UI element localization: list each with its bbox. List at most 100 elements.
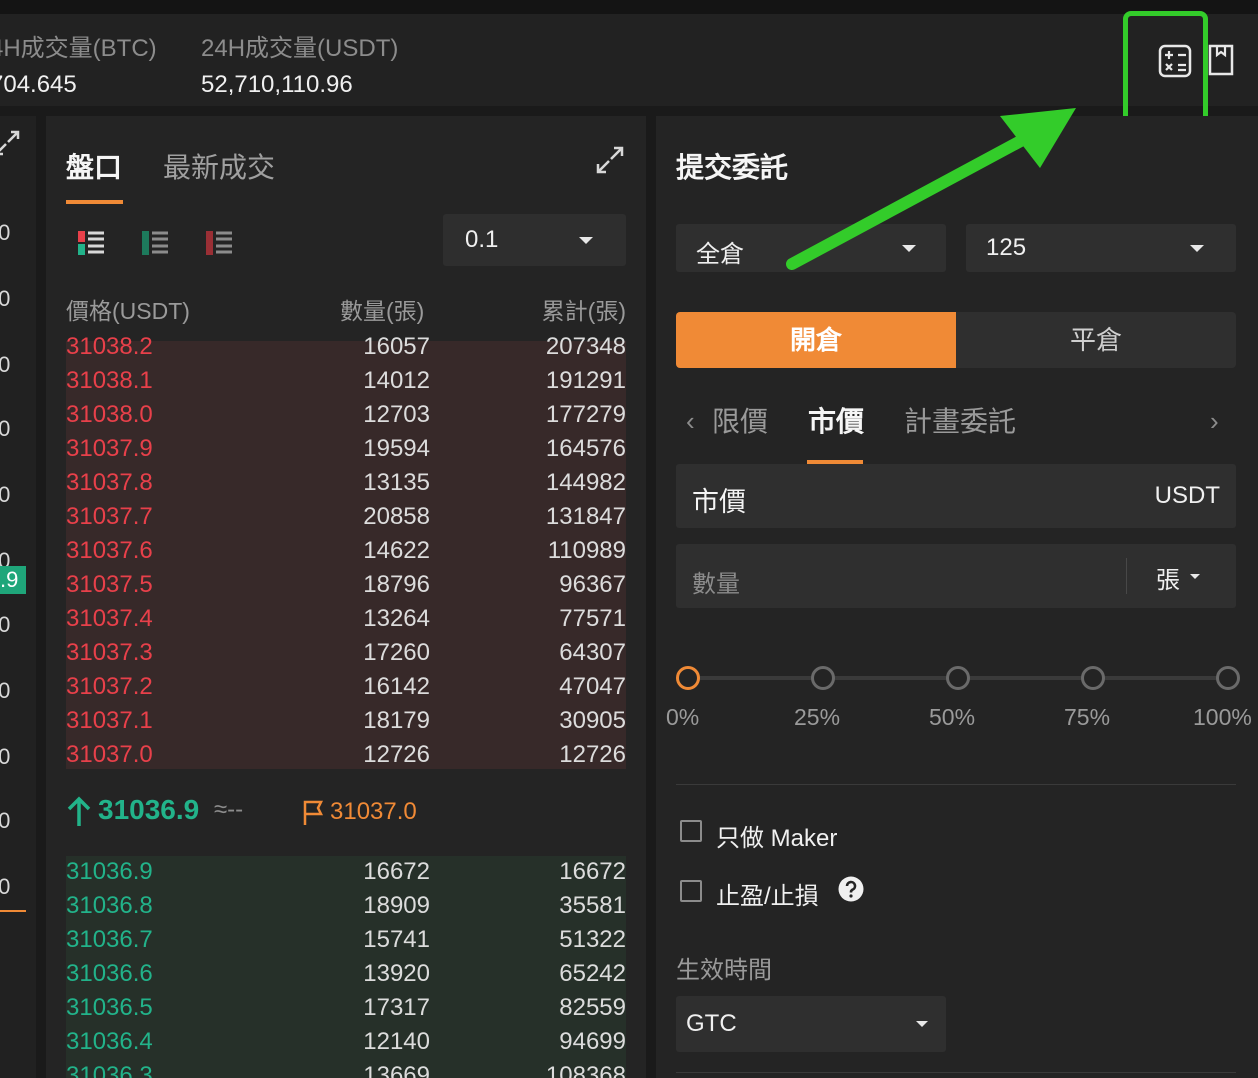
row-price: 31036.7: [66, 926, 153, 953]
open-position-button[interactable]: 開倉: [676, 312, 956, 368]
divider: [676, 1072, 1236, 1073]
top-strip: [0, 0, 1258, 14]
row-qty: 17260: [363, 639, 430, 666]
ask-row[interactable]: 31037.2 16142 47047: [66, 671, 626, 705]
row-total: 16672: [559, 858, 626, 885]
arrow-up-icon: [67, 796, 91, 826]
row-total: 108368: [545, 1062, 626, 1078]
bid-row[interactable]: 31036.7 15741 51322: [66, 924, 626, 958]
margin-mode-select[interactable]: 全倉: [676, 224, 946, 272]
row-price: 31036.9: [66, 858, 153, 885]
ask-row[interactable]: 31037.3 17260 64307: [66, 637, 626, 671]
expand-icon[interactable]: [0, 130, 20, 156]
row-total: 12726: [559, 741, 626, 768]
row-total: 35581: [559, 892, 626, 919]
slider-stop-0[interactable]: [676, 666, 700, 690]
slider-stop-50[interactable]: [946, 666, 970, 690]
ask-row[interactable]: 31038.2 16057 207348: [66, 331, 626, 365]
price-field-label: 市價: [692, 487, 746, 517]
strip-value: .0: [0, 482, 11, 507]
chevron-left-icon[interactable]: ‹: [686, 406, 695, 437]
row-total: 30905: [559, 707, 626, 734]
ask-row[interactable]: 31037.9 19594 164576: [66, 433, 626, 467]
tab-latest-trades[interactable]: 最新成交: [163, 146, 275, 186]
ask-row[interactable]: 31037.4 13264 77571: [66, 603, 626, 637]
quantity-field[interactable]: 數量 張: [676, 544, 1236, 608]
tab-order-book[interactable]: 盤口: [66, 146, 122, 186]
asks-list: 31038.2 16057 207348 31038.1 14012 191291 3103…: [66, 333, 626, 769]
row-total: 144982: [545, 469, 626, 496]
slider-stop-75[interactable]: [1081, 666, 1105, 690]
bid-row[interactable]: 31036.4 12140 94699: [66, 1026, 626, 1060]
expand-icon[interactable]: [596, 146, 624, 174]
bid-row[interactable]: 31036.5 17317 82559: [66, 992, 626, 1026]
row-total: 65242: [559, 960, 626, 987]
help-icon[interactable]: [838, 876, 864, 902]
ask-row[interactable]: 31037.6 14622 110989: [66, 535, 626, 569]
leverage-value: 125: [986, 234, 1027, 261]
tab-trigger[interactable]: 計畫委託: [904, 400, 1016, 440]
row-total: 82559: [559, 994, 626, 1021]
col-price: 價格(USDT): [66, 298, 190, 324]
row-total: 131847: [545, 503, 626, 530]
ask-row[interactable]: 31038.1 14012 191291: [66, 365, 626, 399]
row-qty: 17317: [363, 994, 430, 1021]
row-qty: 18796: [363, 571, 430, 598]
ask-row[interactable]: 31037.7 20858 131847: [66, 501, 626, 535]
strip-value: .0: [0, 416, 11, 441]
tab-market[interactable]: 市價: [808, 400, 864, 440]
row-qty: 13920: [363, 960, 430, 987]
bid-row[interactable]: 31036.3 13669 108368: [66, 1060, 626, 1078]
row-price: 31037.5: [66, 571, 153, 598]
ask-row[interactable]: 31037.1 18179 30905: [66, 705, 626, 739]
row-qty: 12726: [363, 741, 430, 768]
chevron-down-icon: [902, 245, 916, 252]
divider: [676, 784, 1236, 785]
tp-sl-checkbox[interactable]: [680, 880, 702, 902]
price-badge: .9: [0, 566, 26, 594]
slider-stop-25[interactable]: [811, 666, 835, 690]
slider-stop-100[interactable]: [1216, 666, 1240, 690]
row-qty: 16142: [363, 673, 430, 700]
strip-value: .0: [0, 808, 11, 833]
stat-value: 52,710,110.96: [201, 71, 353, 98]
chevron-right-icon[interactable]: ›: [1210, 406, 1219, 437]
row-price: 31037.3: [66, 639, 153, 666]
row-price: 31036.3: [66, 1062, 153, 1078]
maker-only-checkbox[interactable]: [680, 820, 702, 842]
row-qty: 14622: [363, 537, 430, 564]
row-price: 31036.4: [66, 1028, 153, 1055]
row-qty: 16057: [363, 333, 430, 360]
form-title: 提交委託: [676, 152, 789, 183]
col-total: 累計(張): [541, 298, 626, 324]
ask-row[interactable]: 31037.0 12726 12726: [66, 739, 626, 773]
open-close-toggle: 開倉 平倉: [676, 312, 1236, 368]
bid-row[interactable]: 31036.6 13920 65242: [66, 958, 626, 992]
chevron-down-icon: [916, 1021, 928, 1027]
row-price: 31038.2: [66, 333, 153, 360]
bid-row[interactable]: 31036.8 18909 35581: [66, 890, 626, 924]
bookmark-icon[interactable]: [1208, 44, 1234, 76]
view-bids-icon[interactable]: [142, 230, 168, 256]
close-position-button[interactable]: 平倉: [956, 312, 1236, 368]
precision-select[interactable]: 0.1: [443, 214, 626, 266]
leverage-select[interactable]: 125: [966, 224, 1236, 272]
bid-row[interactable]: 31036.9 16672 16672: [66, 856, 626, 890]
tab-limit[interactable]: 限價: [712, 400, 768, 440]
view-both-icon[interactable]: [78, 230, 104, 256]
quantity-unit-select[interactable]: 張: [1156, 560, 1180, 595]
strip-value: .0: [0, 220, 11, 245]
chevron-down-icon: [579, 237, 593, 244]
order-book-panel: 盤口 最新成交 0.1 價格(USDT) 數量(張) 累計(張) 31038.2…: [46, 116, 646, 1078]
time-in-force-select[interactable]: GTC: [676, 996, 946, 1052]
row-price: 31036.5: [66, 994, 153, 1021]
ask-row[interactable]: 31038.0 12703 177279: [66, 399, 626, 433]
highlight-box: [1123, 11, 1208, 125]
stat-label: 4H成交量(BTC): [0, 35, 157, 62]
row-total: 177279: [545, 401, 626, 428]
ask-row[interactable]: 31037.8 13135 144982: [66, 467, 626, 501]
row-qty: 16672: [363, 858, 430, 885]
strip-value: .0: [0, 678, 11, 703]
ask-row[interactable]: 31037.5 18796 96367: [66, 569, 626, 603]
view-asks-icon[interactable]: [206, 230, 232, 256]
